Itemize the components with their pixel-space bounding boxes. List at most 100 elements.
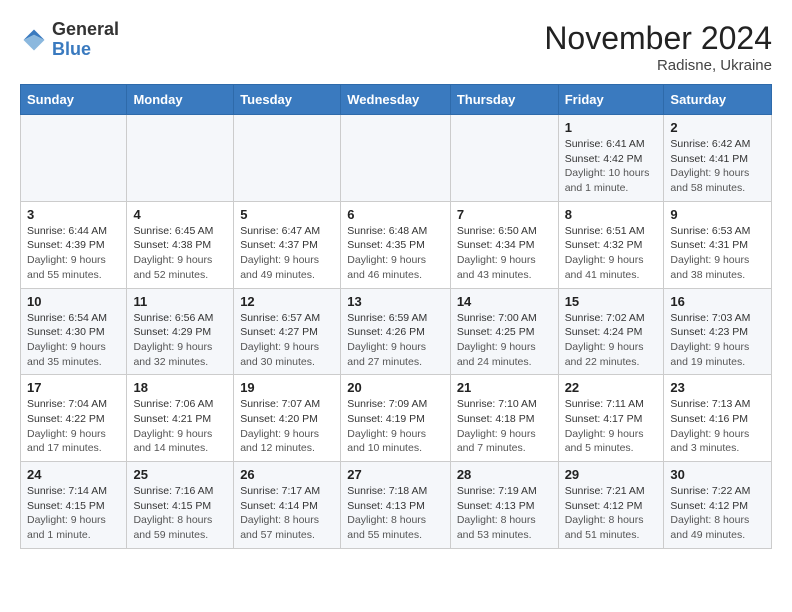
day-number: 10 — [27, 294, 120, 309]
day-info: Sunrise: 7:09 AMSunset: 4:19 PMDaylight:… — [347, 397, 444, 456]
day-info: Sunrise: 7:19 AMSunset: 4:13 PMDaylight:… — [457, 484, 552, 543]
day-info: Sunrise: 6:54 AMSunset: 4:30 PMDaylight:… — [27, 311, 120, 370]
daylight-label: Daylight: 9 hours and 10 minutes. — [347, 428, 426, 455]
daylight-label: Daylight: 9 hours and 41 minutes. — [565, 254, 644, 281]
day-number: 19 — [240, 380, 334, 395]
day-number: 9 — [670, 207, 765, 222]
daylight-label: Daylight: 9 hours and 1 minute. — [27, 514, 106, 541]
calendar-day-cell: 19 Sunrise: 7:07 AMSunset: 4:20 PMDaylig… — [234, 375, 341, 462]
calendar-day-cell: 6 Sunrise: 6:48 AMSunset: 4:35 PMDayligh… — [341, 201, 451, 288]
daylight-label: Daylight: 9 hours and 19 minutes. — [670, 341, 749, 368]
day-number: 16 — [670, 294, 765, 309]
day-info: Sunrise: 6:47 AMSunset: 4:37 PMDaylight:… — [240, 224, 334, 283]
daylight-label: Daylight: 9 hours and 58 minutes. — [670, 167, 749, 194]
calendar-day-cell: 2 Sunrise: 6:42 AMSunset: 4:41 PMDayligh… — [664, 115, 772, 202]
calendar-day-cell: 23 Sunrise: 7:13 AMSunset: 4:16 PMDaylig… — [664, 375, 772, 462]
logo-text: General Blue — [52, 20, 119, 60]
daylight-label: Daylight: 9 hours and 46 minutes. — [347, 254, 426, 281]
weekday-header-cell: Tuesday — [234, 85, 341, 115]
day-info: Sunrise: 7:11 AMSunset: 4:17 PMDaylight:… — [565, 397, 658, 456]
daylight-label: Daylight: 9 hours and 43 minutes. — [457, 254, 536, 281]
day-number: 23 — [670, 380, 765, 395]
daylight-label: Daylight: 8 hours and 57 minutes. — [240, 514, 319, 541]
day-info: Sunrise: 6:41 AMSunset: 4:42 PMDaylight:… — [565, 137, 658, 196]
weekday-header-cell: Thursday — [450, 85, 558, 115]
logo-general: General — [52, 19, 119, 39]
daylight-label: Daylight: 9 hours and 49 minutes. — [240, 254, 319, 281]
calendar-day-cell: 25 Sunrise: 7:16 AMSunset: 4:15 PMDaylig… — [127, 462, 234, 549]
daylight-label: Daylight: 8 hours and 55 minutes. — [347, 514, 426, 541]
page-header: General Blue November 2024 Radisne, Ukra… — [20, 20, 772, 74]
weekday-header-cell: Friday — [558, 85, 664, 115]
day-number: 20 — [347, 380, 444, 395]
calendar-day-cell — [21, 115, 127, 202]
day-number: 17 — [27, 380, 120, 395]
month-title: November 2024 — [544, 20, 772, 57]
logo-icon — [20, 26, 48, 54]
calendar-week-row: 3 Sunrise: 6:44 AMSunset: 4:39 PMDayligh… — [21, 201, 772, 288]
day-number: 18 — [133, 380, 227, 395]
day-info: Sunrise: 6:48 AMSunset: 4:35 PMDaylight:… — [347, 224, 444, 283]
day-number: 21 — [457, 380, 552, 395]
daylight-label: Daylight: 9 hours and 27 minutes. — [347, 341, 426, 368]
day-number: 26 — [240, 467, 334, 482]
daylight-label: Daylight: 9 hours and 12 minutes. — [240, 428, 319, 455]
calendar-table: SundayMondayTuesdayWednesdayThursdayFrid… — [20, 84, 772, 549]
day-info: Sunrise: 6:50 AMSunset: 4:34 PMDaylight:… — [457, 224, 552, 283]
day-number: 3 — [27, 207, 120, 222]
day-number: 27 — [347, 467, 444, 482]
day-info: Sunrise: 6:56 AMSunset: 4:29 PMDaylight:… — [133, 311, 227, 370]
day-info: Sunrise: 6:57 AMSunset: 4:27 PMDaylight:… — [240, 311, 334, 370]
calendar-day-cell: 9 Sunrise: 6:53 AMSunset: 4:31 PMDayligh… — [664, 201, 772, 288]
calendar-day-cell: 30 Sunrise: 7:22 AMSunset: 4:12 PMDaylig… — [664, 462, 772, 549]
day-number: 13 — [347, 294, 444, 309]
daylight-label: Daylight: 9 hours and 7 minutes. — [457, 428, 536, 455]
day-info: Sunrise: 7:16 AMSunset: 4:15 PMDaylight:… — [133, 484, 227, 543]
day-info: Sunrise: 7:10 AMSunset: 4:18 PMDaylight:… — [457, 397, 552, 456]
day-number: 8 — [565, 207, 658, 222]
daylight-label: Daylight: 9 hours and 24 minutes. — [457, 341, 536, 368]
calendar-day-cell: 21 Sunrise: 7:10 AMSunset: 4:18 PMDaylig… — [450, 375, 558, 462]
daylight-label: Daylight: 8 hours and 49 minutes. — [670, 514, 749, 541]
day-number: 2 — [670, 120, 765, 135]
day-number: 4 — [133, 207, 227, 222]
daylight-label: Daylight: 9 hours and 17 minutes. — [27, 428, 106, 455]
calendar-day-cell: 4 Sunrise: 6:45 AMSunset: 4:38 PMDayligh… — [127, 201, 234, 288]
day-number: 25 — [133, 467, 227, 482]
calendar-day-cell: 26 Sunrise: 7:17 AMSunset: 4:14 PMDaylig… — [234, 462, 341, 549]
calendar-day-cell: 7 Sunrise: 6:50 AMSunset: 4:34 PMDayligh… — [450, 201, 558, 288]
day-info: Sunrise: 6:44 AMSunset: 4:39 PMDaylight:… — [27, 224, 120, 283]
calendar-day-cell: 8 Sunrise: 6:51 AMSunset: 4:32 PMDayligh… — [558, 201, 664, 288]
calendar-day-cell: 12 Sunrise: 6:57 AMSunset: 4:27 PMDaylig… — [234, 288, 341, 375]
daylight-label: Daylight: 9 hours and 32 minutes. — [133, 341, 212, 368]
weekday-header-cell: Wednesday — [341, 85, 451, 115]
day-info: Sunrise: 7:21 AMSunset: 4:12 PMDaylight:… — [565, 484, 658, 543]
daylight-label: Daylight: 9 hours and 5 minutes. — [565, 428, 644, 455]
calendar-day-cell: 1 Sunrise: 6:41 AMSunset: 4:42 PMDayligh… — [558, 115, 664, 202]
day-number: 1 — [565, 120, 658, 135]
day-number: 15 — [565, 294, 658, 309]
weekday-header-row: SundayMondayTuesdayWednesdayThursdayFrid… — [21, 85, 772, 115]
daylight-label: Daylight: 8 hours and 51 minutes. — [565, 514, 644, 541]
calendar-week-row: 10 Sunrise: 6:54 AMSunset: 4:30 PMDaylig… — [21, 288, 772, 375]
calendar-day-cell: 10 Sunrise: 6:54 AMSunset: 4:30 PMDaylig… — [21, 288, 127, 375]
day-info: Sunrise: 7:03 AMSunset: 4:23 PMDaylight:… — [670, 311, 765, 370]
daylight-label: Daylight: 9 hours and 52 minutes. — [133, 254, 212, 281]
calendar-day-cell: 18 Sunrise: 7:06 AMSunset: 4:21 PMDaylig… — [127, 375, 234, 462]
day-number: 12 — [240, 294, 334, 309]
calendar-day-cell: 27 Sunrise: 7:18 AMSunset: 4:13 PMDaylig… — [341, 462, 451, 549]
day-info: Sunrise: 6:45 AMSunset: 4:38 PMDaylight:… — [133, 224, 227, 283]
daylight-label: Daylight: 9 hours and 3 minutes. — [670, 428, 749, 455]
calendar-day-cell: 5 Sunrise: 6:47 AMSunset: 4:37 PMDayligh… — [234, 201, 341, 288]
day-number: 5 — [240, 207, 334, 222]
title-block: November 2024 Radisne, Ukraine — [544, 20, 772, 74]
day-info: Sunrise: 7:18 AMSunset: 4:13 PMDaylight:… — [347, 484, 444, 543]
weekday-header-cell: Saturday — [664, 85, 772, 115]
day-info: Sunrise: 7:00 AMSunset: 4:25 PMDaylight:… — [457, 311, 552, 370]
calendar-week-row: 17 Sunrise: 7:04 AMSunset: 4:22 PMDaylig… — [21, 375, 772, 462]
calendar-week-row: 1 Sunrise: 6:41 AMSunset: 4:42 PMDayligh… — [21, 115, 772, 202]
day-number: 11 — [133, 294, 227, 309]
daylight-label: Daylight: 9 hours and 35 minutes. — [27, 341, 106, 368]
day-number: 14 — [457, 294, 552, 309]
calendar-day-cell: 14 Sunrise: 7:00 AMSunset: 4:25 PMDaylig… — [450, 288, 558, 375]
